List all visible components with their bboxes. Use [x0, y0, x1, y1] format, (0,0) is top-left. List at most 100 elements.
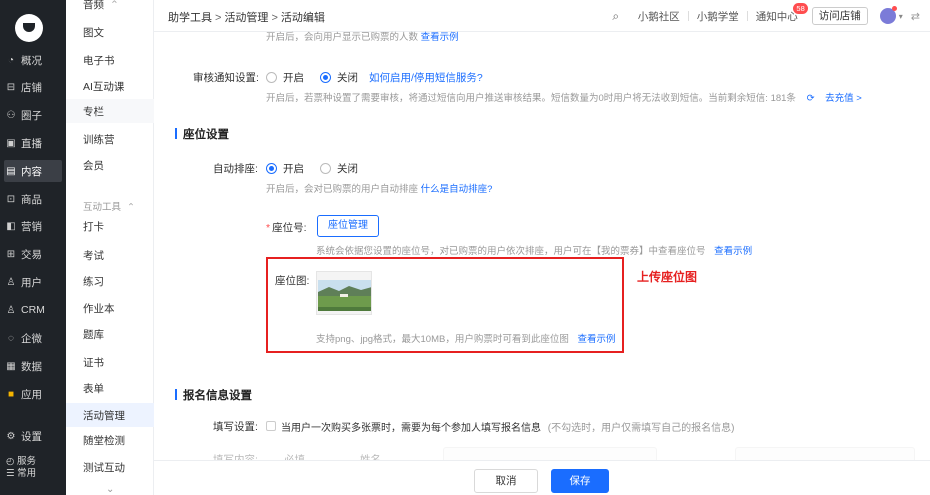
auto-seat-off-radio[interactable]: 关闭	[320, 161, 358, 176]
seat-map-thumbnail[interactable]	[316, 271, 372, 315]
submenu-item-certificate[interactable]: 证书	[66, 350, 154, 374]
cancel-button[interactable]: 取消	[474, 469, 538, 493]
seat-number-example-link[interactable]: 查看示例	[714, 246, 752, 257]
submenu-label: AI互动课	[83, 80, 125, 93]
nav-item-data[interactable]: ▦ 数据	[4, 355, 62, 377]
submenu-item-class-test[interactable]: 随堂检测	[66, 428, 154, 452]
community-link[interactable]: 小鹅社区	[638, 9, 680, 24]
nav-item-circle[interactable]: ⚇ 圈子	[4, 104, 62, 126]
nav-item-apps[interactable]: ■ 应用	[4, 383, 62, 405]
nav-item-trade[interactable]: ⊞ 交易	[4, 243, 62, 265]
submenu-item-ebook[interactable]: 电子书	[66, 48, 154, 72]
submenu-item-activity[interactable]: 活动管理	[66, 403, 154, 427]
submenu-item-ai-course[interactable]: AI互动课	[66, 74, 154, 98]
submenu-group-interactive[interactable]: 互动工具 ⌃	[83, 199, 135, 213]
submenu-item-test-interact[interactable]: 测试互动	[66, 455, 154, 479]
seat-manage-button[interactable]: 座位管理	[317, 215, 379, 237]
radio-label: 开启	[283, 72, 304, 84]
fill-each-attendee-checkbox[interactable]	[266, 421, 276, 431]
refresh-icon[interactable]: ⟳	[807, 93, 815, 104]
submenu-item-column[interactable]: 专栏	[66, 99, 154, 123]
auto-seat-on-radio[interactable]: 开启	[266, 161, 304, 176]
nav-label: CRM	[21, 304, 45, 316]
sold-count-example-link[interactable]: 查看示例	[421, 32, 459, 43]
breadcrumb-item[interactable]: 活动管理	[224, 12, 268, 24]
breadcrumb-item-current: 活动编辑	[280, 12, 325, 24]
chevron-down-icon[interactable]: ▾	[899, 12, 903, 21]
signup-section-title: 报名信息设置	[175, 387, 252, 403]
seat-number-tip-text: 系统会依据您设置的座位号，对已购票的用户依次排座，用户可在【我的票券】中查看座位…	[316, 246, 706, 257]
required-mark: *	[266, 222, 271, 234]
submenu-label: 打卡	[83, 220, 104, 233]
submenu-item-exam[interactable]: 考试	[66, 243, 154, 267]
review-notify-label: 审核通知设置:	[193, 72, 259, 84]
divider	[687, 11, 689, 21]
seat-section-title: 座位设置	[175, 126, 229, 142]
visit-store-button[interactable]: 访问店铺	[811, 7, 868, 25]
nav-item-content[interactable]: ▤ 内容	[4, 160, 62, 182]
submenu-item-member[interactable]: 会员	[66, 153, 154, 177]
submenu-item-checkin[interactable]: 打卡	[66, 214, 154, 238]
top-header: 助学工具 > 活动管理 > 活动编辑 ⌕ 小鹅社区 小鹅学堂 通知中心 58 访问店铺 …	[154, 0, 930, 32]
nav-label: 应用	[21, 388, 42, 401]
review-notify-tip-text: 开启后，若票种设置了需要审核，将通过短信向用户推送审核结果。短信数量为0时用户将…	[266, 93, 796, 104]
apps-icon: ■	[7, 388, 15, 400]
notification-badge: 58	[793, 2, 808, 14]
chevron-down-icon[interactable]: ⌄	[106, 484, 114, 495]
submenu-item-article[interactable]: 图文	[66, 20, 154, 44]
sold-count-tip: 开启后，会向用户显示已购票的人数 查看示例	[266, 29, 459, 43]
notification-center[interactable]: 通知中心 58	[756, 2, 808, 24]
nav-service-common[interactable]: ◴ 服务 ☰ 常用	[6, 456, 36, 480]
header-actions: ⌕ 小鹅社区 小鹅学堂 通知中心 58 访问店铺 ▾ ⇄	[608, 2, 920, 26]
marketing-icon: ◧	[6, 220, 16, 232]
group-icon: ⚇	[6, 109, 16, 121]
nav-label: 设置	[21, 430, 42, 443]
nav-item-live[interactable]: ▣ 直播	[4, 132, 62, 154]
fill-each-attendee-option[interactable]: 当用户一次购买多张票时，需要为每个参加人填写报名信息 (不勾选时，用户仅需填写自…	[281, 419, 734, 434]
nav-item-settings[interactable]: ⚙ 设置	[4, 425, 62, 447]
submenu-label: 活动管理	[83, 409, 125, 422]
nav-item-crm[interactable]: ♙ CRM	[4, 299, 62, 321]
save-button[interactable]: 保存	[551, 469, 609, 493]
review-notify-off-radio[interactable]: 关闭	[320, 70, 358, 85]
nav-item-wecom[interactable]: ◌ 企微	[4, 327, 62, 349]
submenu-label: 会员	[83, 159, 104, 172]
radio-circle	[266, 72, 277, 83]
crm-icon: ♙	[6, 304, 16, 316]
nav-label: 营销	[21, 220, 42, 233]
submenu-item-homework[interactable]: 作业本	[66, 296, 154, 320]
bottom-action-bar: 取消 保存	[154, 460, 930, 495]
store-icon: ⊟	[6, 81, 16, 93]
search-icon[interactable]: ⌕	[608, 9, 624, 24]
avatar[interactable]	[879, 6, 897, 24]
submenu-item-form[interactable]: 表单	[66, 376, 154, 400]
submenu-audio-partial[interactable]: 音频 ⌃	[83, 0, 119, 12]
nav-item-user[interactable]: ♙ 用户	[4, 271, 62, 293]
submenu-item-practice[interactable]: 练习	[66, 269, 154, 293]
recharge-link[interactable]: 去充值 >	[825, 93, 862, 104]
nav-item-overview[interactable]: ◔ 概况	[4, 49, 62, 71]
nav-item-store[interactable]: ⊟ 店铺	[4, 76, 62, 98]
sms-service-help-link[interactable]: 如何启用/停用短信服务?	[369, 70, 483, 85]
seat-map-example-link[interactable]: 查看示例	[578, 334, 616, 345]
seat-map-tip-text: 支持png、jpg格式，最大10MB，用户购票时可看到此座位图	[316, 334, 569, 345]
app-logo[interactable]	[15, 14, 43, 42]
radio-circle	[320, 163, 331, 174]
submenu-label: 训练营	[83, 133, 115, 146]
submenu-item-camp[interactable]: 训练营	[66, 127, 154, 151]
auto-seat-help-link[interactable]: 什么是自动排座?	[421, 184, 493, 195]
submenu-label: 题库	[83, 328, 104, 341]
review-notify-on-radio[interactable]: 开启	[266, 70, 304, 85]
sold-count-tip-text: 开启后，会向用户显示已购票的人数	[266, 32, 419, 43]
upload-seat-map-annotation: 上传座位图	[637, 270, 698, 284]
breadcrumb-item[interactable]: 助学工具	[168, 12, 212, 24]
nav-item-goods[interactable]: ⊡ 商品	[4, 188, 62, 210]
data-icon: ▦	[6, 360, 16, 372]
school-link[interactable]: 小鹅学堂	[697, 9, 739, 24]
nav-item-marketing[interactable]: ◧ 营销	[4, 215, 62, 237]
nav-label: 内容	[21, 165, 42, 178]
submenu-item-question-bank[interactable]: 题库	[66, 322, 154, 346]
user-icon: ♙	[6, 276, 16, 288]
submenu-label: 测试互动	[83, 461, 125, 474]
switch-icon[interactable]: ⇄	[911, 10, 920, 23]
